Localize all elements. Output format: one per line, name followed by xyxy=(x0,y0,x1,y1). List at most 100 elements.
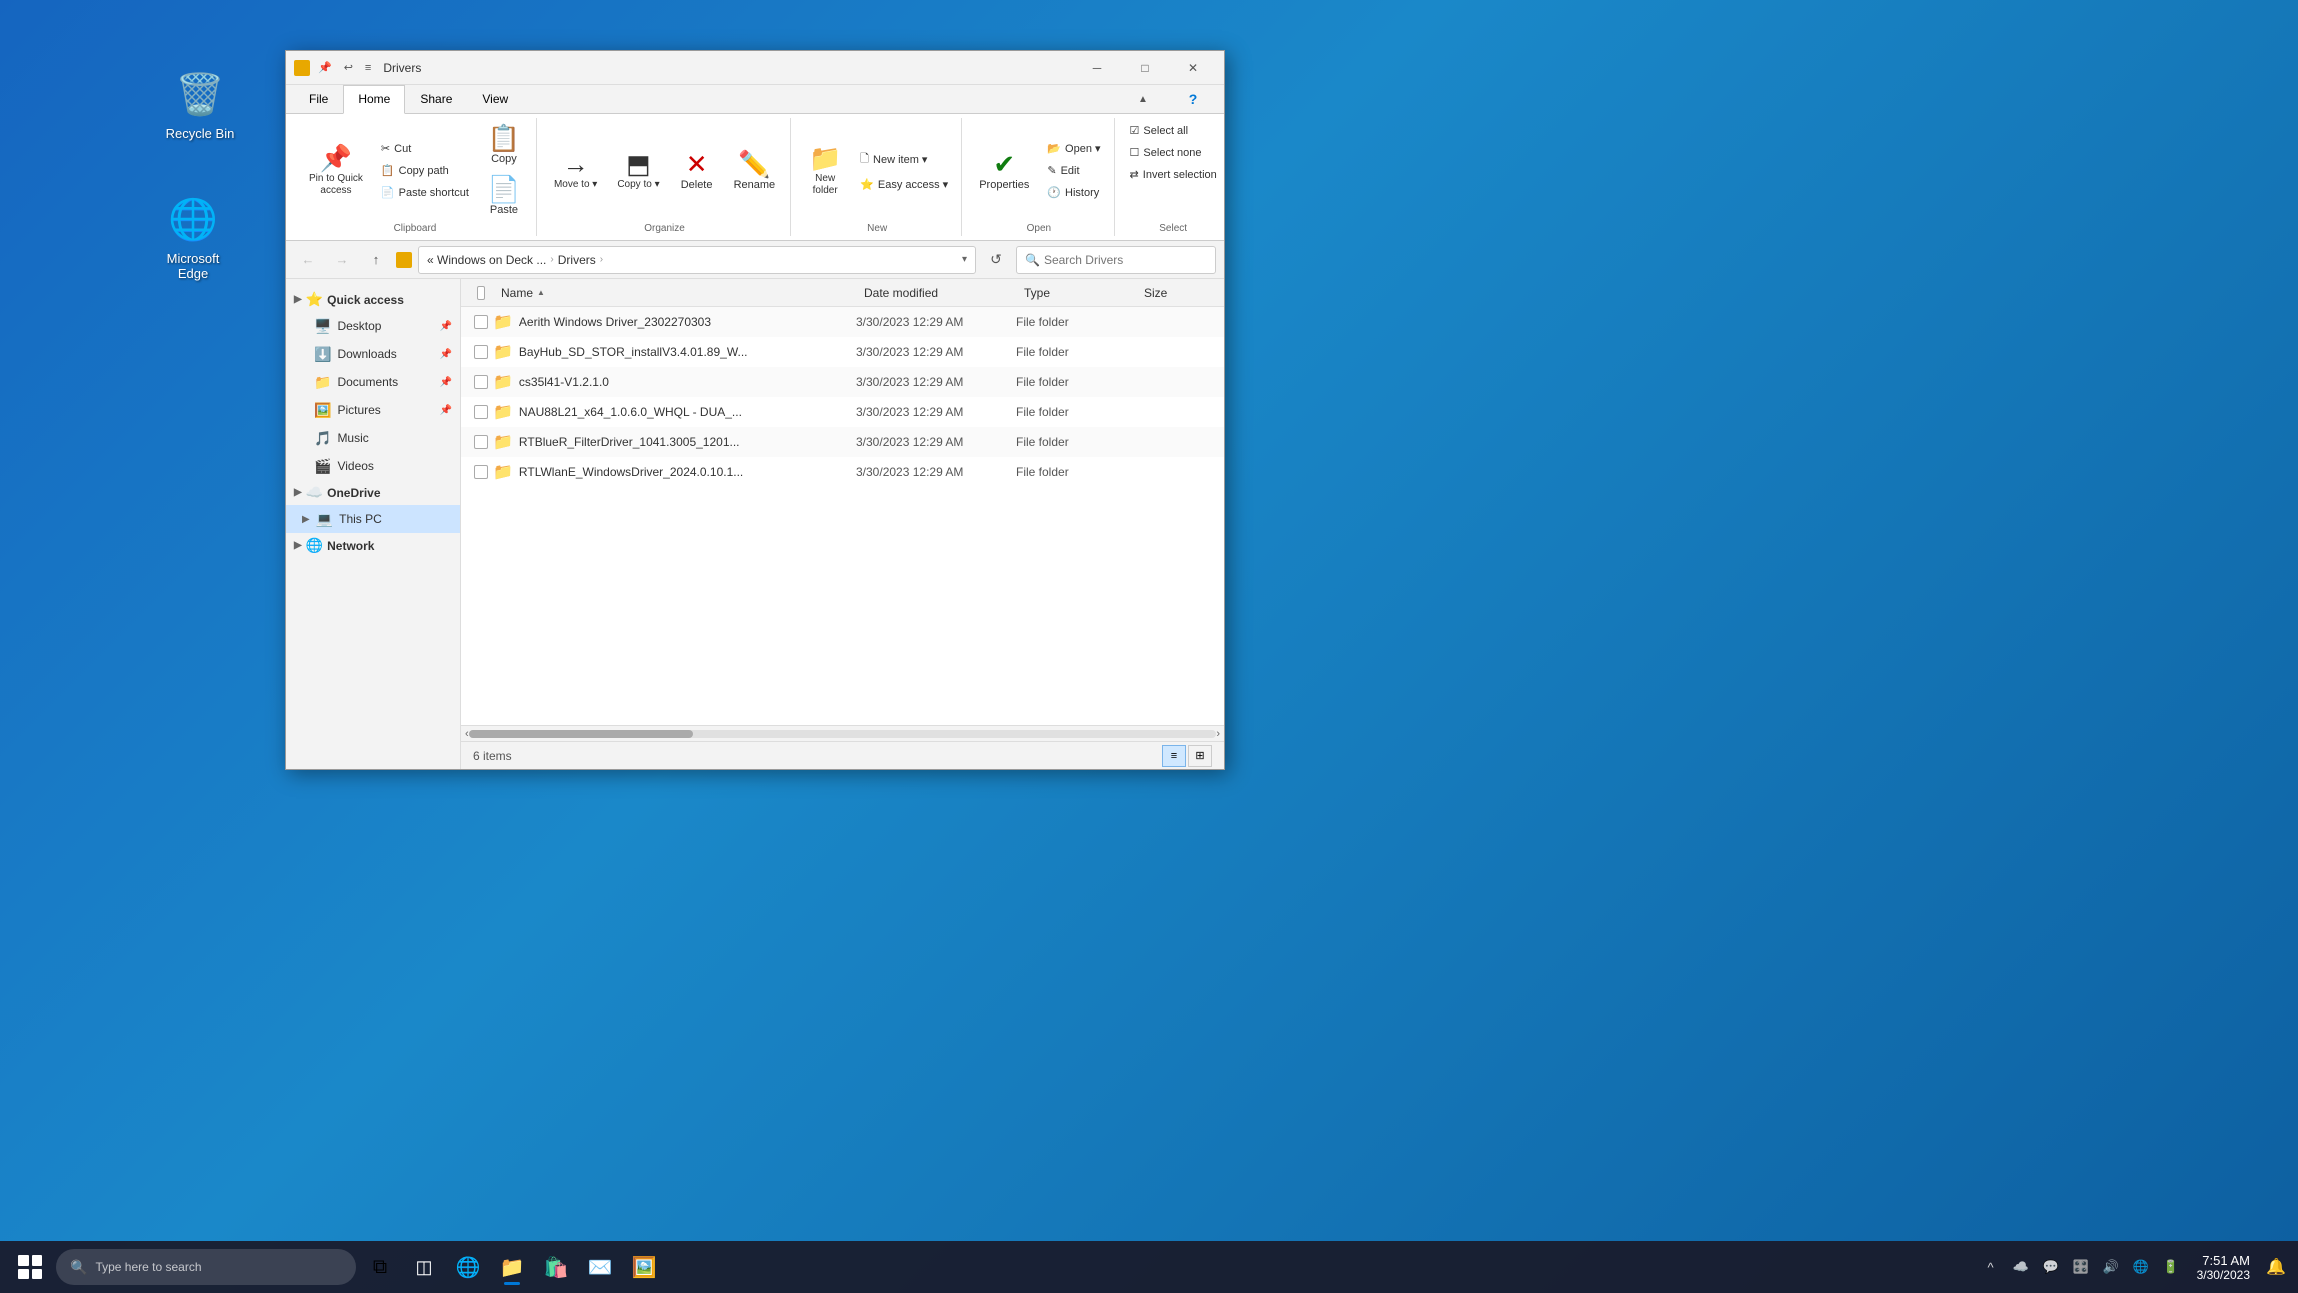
file-checkbox[interactable] xyxy=(474,405,488,419)
tab-home[interactable]: Home xyxy=(343,85,405,114)
col-type-header[interactable]: Type xyxy=(1016,282,1136,304)
recycle-bin-icon[interactable]: 🗑️ Recycle Bin xyxy=(155,60,245,149)
scroll-right-btn[interactable]: › xyxy=(1216,728,1220,740)
sidebar-item-documents[interactable]: 📁 Documents 📌 xyxy=(286,368,460,396)
forward-quick-access-btn[interactable]: ≡ xyxy=(361,60,375,76)
maximize-button[interactable]: □ xyxy=(1122,54,1168,82)
edge-taskbar-button[interactable]: 🌐 xyxy=(448,1247,488,1287)
paste-button[interactable]: 📄 Paste xyxy=(478,171,530,221)
invert-selection-button[interactable]: ⇄ Invert selection xyxy=(1123,164,1224,185)
path-drivers[interactable]: Drivers xyxy=(558,253,596,267)
row-checkbox[interactable] xyxy=(469,315,493,329)
quick-access-titlebar-btn[interactable]: 📌 xyxy=(314,59,336,76)
tab-share[interactable]: Share xyxy=(405,85,467,114)
file-checkbox[interactable] xyxy=(474,375,488,389)
file-explorer-taskbar-button[interactable]: 📁 xyxy=(492,1247,532,1287)
sidebar-item-desktop[interactable]: 🖥️ Desktop 📌 xyxy=(286,312,460,340)
edge-desktop-icon[interactable]: 🌐 Microsoft Edge xyxy=(148,185,238,289)
details-view-btn[interactable]: ≡ xyxy=(1162,745,1186,767)
table-row[interactable]: 📁 RTLWlanE_WindowsDriver_2024.0.10.1... … xyxy=(461,457,1224,487)
address-path[interactable]: « Windows on Deck ... › Drivers › ▾ xyxy=(418,246,976,274)
large-icons-view-btn[interactable]: ⊞ xyxy=(1188,745,1212,767)
open-button[interactable]: 📂 Open ▾ xyxy=(1040,138,1107,159)
up-button[interactable]: ↑ xyxy=(362,246,390,274)
back-quick-access-btn[interactable]: ↩ xyxy=(340,59,357,76)
forward-button[interactable]: → xyxy=(328,246,356,274)
sidebar-item-quick-access[interactable]: ▶ ⭐ Quick access xyxy=(286,287,460,312)
minimize-button[interactable]: ─ xyxy=(1074,54,1120,82)
start-button[interactable] xyxy=(8,1245,52,1289)
volume-tray-icon[interactable]: 🔊 xyxy=(2097,1247,2125,1287)
battery-tray-icon[interactable]: 🔋 xyxy=(2157,1247,2185,1287)
pin-to-quick-access-button[interactable]: 📌 Pin to Quickaccess xyxy=(300,140,372,202)
table-row[interactable]: 📁 RTBlueR_FilterDriver_1041.3005_1201...… xyxy=(461,427,1224,457)
file-checkbox[interactable] xyxy=(474,315,488,329)
edit-button[interactable]: ✎ Edit xyxy=(1040,160,1107,181)
select-none-button[interactable]: ☐ Select none xyxy=(1123,142,1224,163)
scroll-track[interactable] xyxy=(469,730,1217,738)
copy-button[interactable]: 📋 Copy xyxy=(478,120,530,170)
back-button[interactable]: ← xyxy=(294,246,322,274)
table-row[interactable]: 📁 NAU88L21_x64_1.0.6.0_WHQL - DUA_... 3/… xyxy=(461,397,1224,427)
cloud-tray-icon[interactable]: ☁️ xyxy=(2007,1247,2035,1287)
easy-access-button[interactable]: ⭐ Easy access ▾ xyxy=(853,174,955,195)
close-button[interactable]: ✕ xyxy=(1170,54,1216,82)
paste-shortcut-button[interactable]: 📄 Paste shortcut xyxy=(374,182,476,203)
network-tray-icon[interactable]: 🌐 xyxy=(2127,1247,2155,1287)
file-checkbox[interactable] xyxy=(474,345,488,359)
mail-taskbar-button[interactable]: ✉️ xyxy=(580,1247,620,1287)
col-check-header[interactable] xyxy=(469,282,493,304)
sidebar-item-music[interactable]: 🎵 Music xyxy=(286,424,460,452)
sidebar-item-network[interactable]: ▶ 🌐 Network xyxy=(286,533,460,558)
row-checkbox[interactable] xyxy=(469,345,493,359)
tab-file[interactable]: File xyxy=(294,85,343,114)
select-all-button[interactable]: ☑ Select all xyxy=(1123,120,1224,141)
sidebar-item-onedrive[interactable]: ▶ ☁️ OneDrive xyxy=(286,480,460,505)
row-checkbox[interactable] xyxy=(469,375,493,389)
sidebar-item-this-pc[interactable]: ▶ 💻 This PC xyxy=(286,505,460,533)
new-item-button[interactable]: 🗋 New item ▾ xyxy=(853,146,955,173)
copy-path-button[interactable]: 📋 Copy path xyxy=(374,160,476,181)
move-to-button[interactable]: → Move to ▾ xyxy=(545,146,606,195)
rename-button[interactable]: ✏️ Rename xyxy=(725,146,785,196)
col-name-header[interactable]: Name ▲ xyxy=(493,282,856,304)
chat-tray-icon[interactable]: 💬 xyxy=(2037,1247,2065,1287)
file-checkbox[interactable] xyxy=(474,435,488,449)
store-taskbar-button[interactable]: 🛍️ xyxy=(536,1247,576,1287)
history-button[interactable]: 🕐 History xyxy=(1040,182,1107,203)
sidebar-item-downloads[interactable]: ⬇️ Downloads 📌 xyxy=(286,340,460,368)
col-date-header[interactable]: Date modified xyxy=(856,282,1016,304)
widgets-button[interactable]: ◫ xyxy=(404,1247,444,1287)
chevron-tray-btn[interactable]: ^ xyxy=(1977,1247,2005,1287)
file-checkbox[interactable] xyxy=(474,465,488,479)
row-checkbox[interactable] xyxy=(469,435,493,449)
row-checkbox[interactable] xyxy=(469,465,493,479)
sidebar-item-pictures[interactable]: 🖼️ Pictures 📌 xyxy=(286,396,460,424)
delete-button[interactable]: ✕ Delete xyxy=(671,146,723,196)
sidebar-item-videos[interactable]: 🎬 Videos xyxy=(286,452,460,480)
cut-button[interactable]: ✂ Cut xyxy=(374,138,476,159)
path-dropdown-btn[interactable]: ▾ xyxy=(962,254,967,265)
clock[interactable]: 7:51 AM 3/30/2023 xyxy=(2189,1251,2258,1284)
notification-center-btn[interactable]: 🔔 xyxy=(2262,1247,2290,1287)
copy-to-button[interactable]: ⬒ Copy to ▾ xyxy=(608,146,668,195)
task-view-button[interactable]: ⧉ xyxy=(360,1247,400,1287)
scroll-thumb[interactable] xyxy=(469,730,693,738)
col-size-header[interactable]: Size xyxy=(1136,282,1216,304)
ribbon-collapse-btn[interactable]: ▲ xyxy=(1120,85,1166,113)
horizontal-scrollbar[interactable]: ‹ › xyxy=(461,725,1224,741)
search-input[interactable] xyxy=(1044,253,1207,267)
photos-taskbar-button[interactable]: 🖼️ xyxy=(624,1247,664,1287)
taskbar-search[interactable]: 🔍 Type here to search xyxy=(56,1249,356,1285)
select-all-checkbox[interactable] xyxy=(477,286,485,300)
row-checkbox[interactable] xyxy=(469,405,493,419)
mic-tray-icon[interactable]: 🎛️ xyxy=(2067,1247,2095,1287)
new-folder-button[interactable]: 📁 Newfolder xyxy=(799,140,851,202)
table-row[interactable]: 📁 Aerith Windows Driver_2302270303 3/30/… xyxy=(461,307,1224,337)
table-row[interactable]: 📁 BayHub_SD_STOR_installV3.4.01.89_W... … xyxy=(461,337,1224,367)
table-row[interactable]: 📁 cs35l41-V1.2.1.0 3/30/2023 12:29 AM Fi… xyxy=(461,367,1224,397)
help-btn[interactable]: ? xyxy=(1170,85,1216,113)
path-windows[interactable]: « Windows on Deck ... xyxy=(427,253,546,267)
properties-button[interactable]: ✔ Properties xyxy=(970,146,1038,196)
search-box[interactable]: 🔍 xyxy=(1016,246,1216,274)
